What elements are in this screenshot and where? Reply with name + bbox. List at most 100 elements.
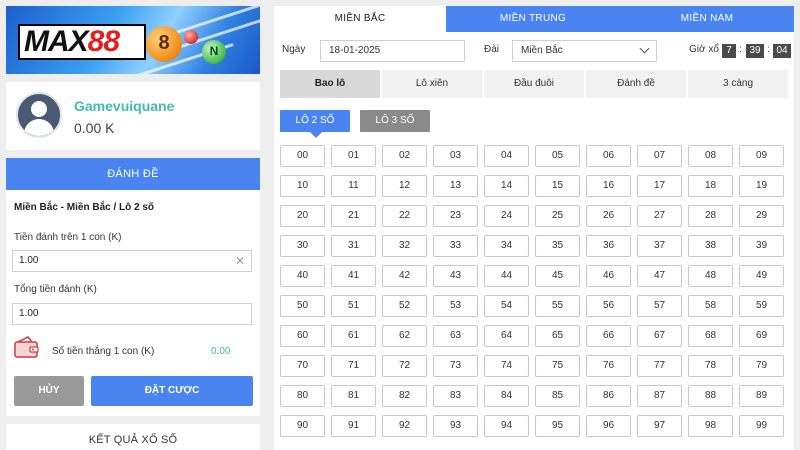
avatar[interactable] [16,92,62,138]
number-cell[interactable]: 69 [739,325,784,347]
number-cell[interactable]: 14 [484,175,529,197]
number-cell[interactable]: 64 [484,325,529,347]
tab-lo-3-so[interactable]: LÔ 3 SỐ [360,110,430,132]
tab-lo-xien[interactable]: Lô xiên [382,70,482,98]
tab-3-cang[interactable]: 3 càng [688,70,788,98]
tab-danh-de[interactable]: Đánh đề [586,70,686,98]
number-cell[interactable]: 46 [586,265,631,287]
brand-logo[interactable]: MAX88 [18,24,146,60]
number-cell[interactable]: 94 [484,415,529,437]
number-cell[interactable]: 31 [331,235,376,257]
number-cell[interactable]: 11 [331,175,376,197]
number-cell[interactable]: 78 [688,355,733,377]
number-cell[interactable]: 07 [637,145,682,167]
number-cell[interactable]: 79 [739,355,784,377]
number-cell[interactable]: 47 [637,265,682,287]
number-cell[interactable]: 65 [535,325,580,347]
number-cell[interactable]: 13 [433,175,478,197]
number-cell[interactable]: 36 [586,235,631,257]
number-cell[interactable]: 86 [586,385,631,407]
number-cell[interactable]: 85 [535,385,580,407]
number-cell[interactable]: 75 [535,355,580,377]
number-cell[interactable]: 59 [739,295,784,317]
number-cell[interactable]: 92 [382,415,427,437]
date-input[interactable]: 18-01-2025 [320,40,465,62]
number-cell[interactable]: 80 [280,385,325,407]
number-cell[interactable]: 32 [382,235,427,257]
number-cell[interactable]: 49 [739,265,784,287]
number-cell[interactable]: 12 [382,175,427,197]
number-cell[interactable]: 04 [484,145,529,167]
number-cell[interactable]: 99 [739,415,784,437]
number-cell[interactable]: 45 [535,265,580,287]
number-cell[interactable]: 68 [688,325,733,347]
tab-dau-duoi[interactable]: Đầu đuôi [484,70,584,98]
number-cell[interactable]: 08 [688,145,733,167]
number-cell[interactable]: 84 [484,385,529,407]
number-cell[interactable]: 74 [484,355,529,377]
number-cell[interactable]: 38 [688,235,733,257]
number-cell[interactable]: 16 [586,175,631,197]
number-cell[interactable]: 43 [433,265,478,287]
number-cell[interactable]: 39 [739,235,784,257]
number-cell[interactable]: 62 [382,325,427,347]
number-cell[interactable]: 23 [433,205,478,227]
number-cell[interactable]: 02 [382,145,427,167]
number-cell[interactable]: 90 [280,415,325,437]
tab-mien-bac[interactable]: MIỀN BẮC [274,6,446,32]
number-cell[interactable]: 91 [331,415,376,437]
number-cell[interactable]: 70 [280,355,325,377]
number-cell[interactable]: 54 [484,295,529,317]
number-cell[interactable]: 41 [331,265,376,287]
number-cell[interactable]: 97 [637,415,682,437]
number-cell[interactable]: 89 [739,385,784,407]
number-cell[interactable]: 96 [586,415,631,437]
number-cell[interactable]: 63 [433,325,478,347]
number-cell[interactable]: 44 [484,265,529,287]
number-cell[interactable]: 35 [535,235,580,257]
stake-input[interactable]: 1.00 ✕ [12,250,252,272]
tab-mien-trung[interactable]: MIỀN TRUNG [446,6,620,32]
number-cell[interactable]: 61 [331,325,376,347]
number-cell[interactable]: 00 [280,145,325,167]
number-cell[interactable]: 17 [637,175,682,197]
number-cell[interactable]: 48 [688,265,733,287]
clear-icon[interactable]: ✕ [235,251,245,271]
station-select[interactable]: Miền Bắc [512,40,657,62]
number-cell[interactable]: 73 [433,355,478,377]
number-cell[interactable]: 57 [637,295,682,317]
number-cell[interactable]: 37 [637,235,682,257]
number-cell[interactable]: 77 [637,355,682,377]
number-cell[interactable]: 21 [331,205,376,227]
number-cell[interactable]: 83 [433,385,478,407]
number-cell[interactable]: 42 [382,265,427,287]
number-cell[interactable]: 15 [535,175,580,197]
number-cell[interactable]: 27 [637,205,682,227]
tab-mien-nam[interactable]: MIỀN NAM [620,6,794,32]
number-cell[interactable]: 33 [433,235,478,257]
number-cell[interactable]: 24 [484,205,529,227]
total-input[interactable]: 1.00 [12,303,252,325]
number-cell[interactable]: 67 [637,325,682,347]
number-cell[interactable]: 40 [280,265,325,287]
number-cell[interactable]: 66 [586,325,631,347]
number-cell[interactable]: 01 [331,145,376,167]
number-cell[interactable]: 10 [280,175,325,197]
tab-bao-lo[interactable]: Bao lô [280,70,380,98]
number-cell[interactable]: 50 [280,295,325,317]
number-cell[interactable]: 05 [535,145,580,167]
number-cell[interactable]: 25 [535,205,580,227]
number-cell[interactable]: 82 [382,385,427,407]
tab-lo-2-so[interactable]: LÔ 2 SỐ [280,110,350,138]
lottery-results-header[interactable]: KẾT QUẢ XỔ SỐ [6,424,260,450]
number-cell[interactable]: 20 [280,205,325,227]
number-cell[interactable]: 34 [484,235,529,257]
number-cell[interactable]: 28 [688,205,733,227]
number-cell[interactable]: 98 [688,415,733,437]
number-cell[interactable]: 29 [739,205,784,227]
number-cell[interactable]: 51 [331,295,376,317]
number-cell[interactable]: 76 [586,355,631,377]
number-cell[interactable]: 60 [280,325,325,347]
number-cell[interactable]: 53 [433,295,478,317]
number-cell[interactable]: 87 [637,385,682,407]
